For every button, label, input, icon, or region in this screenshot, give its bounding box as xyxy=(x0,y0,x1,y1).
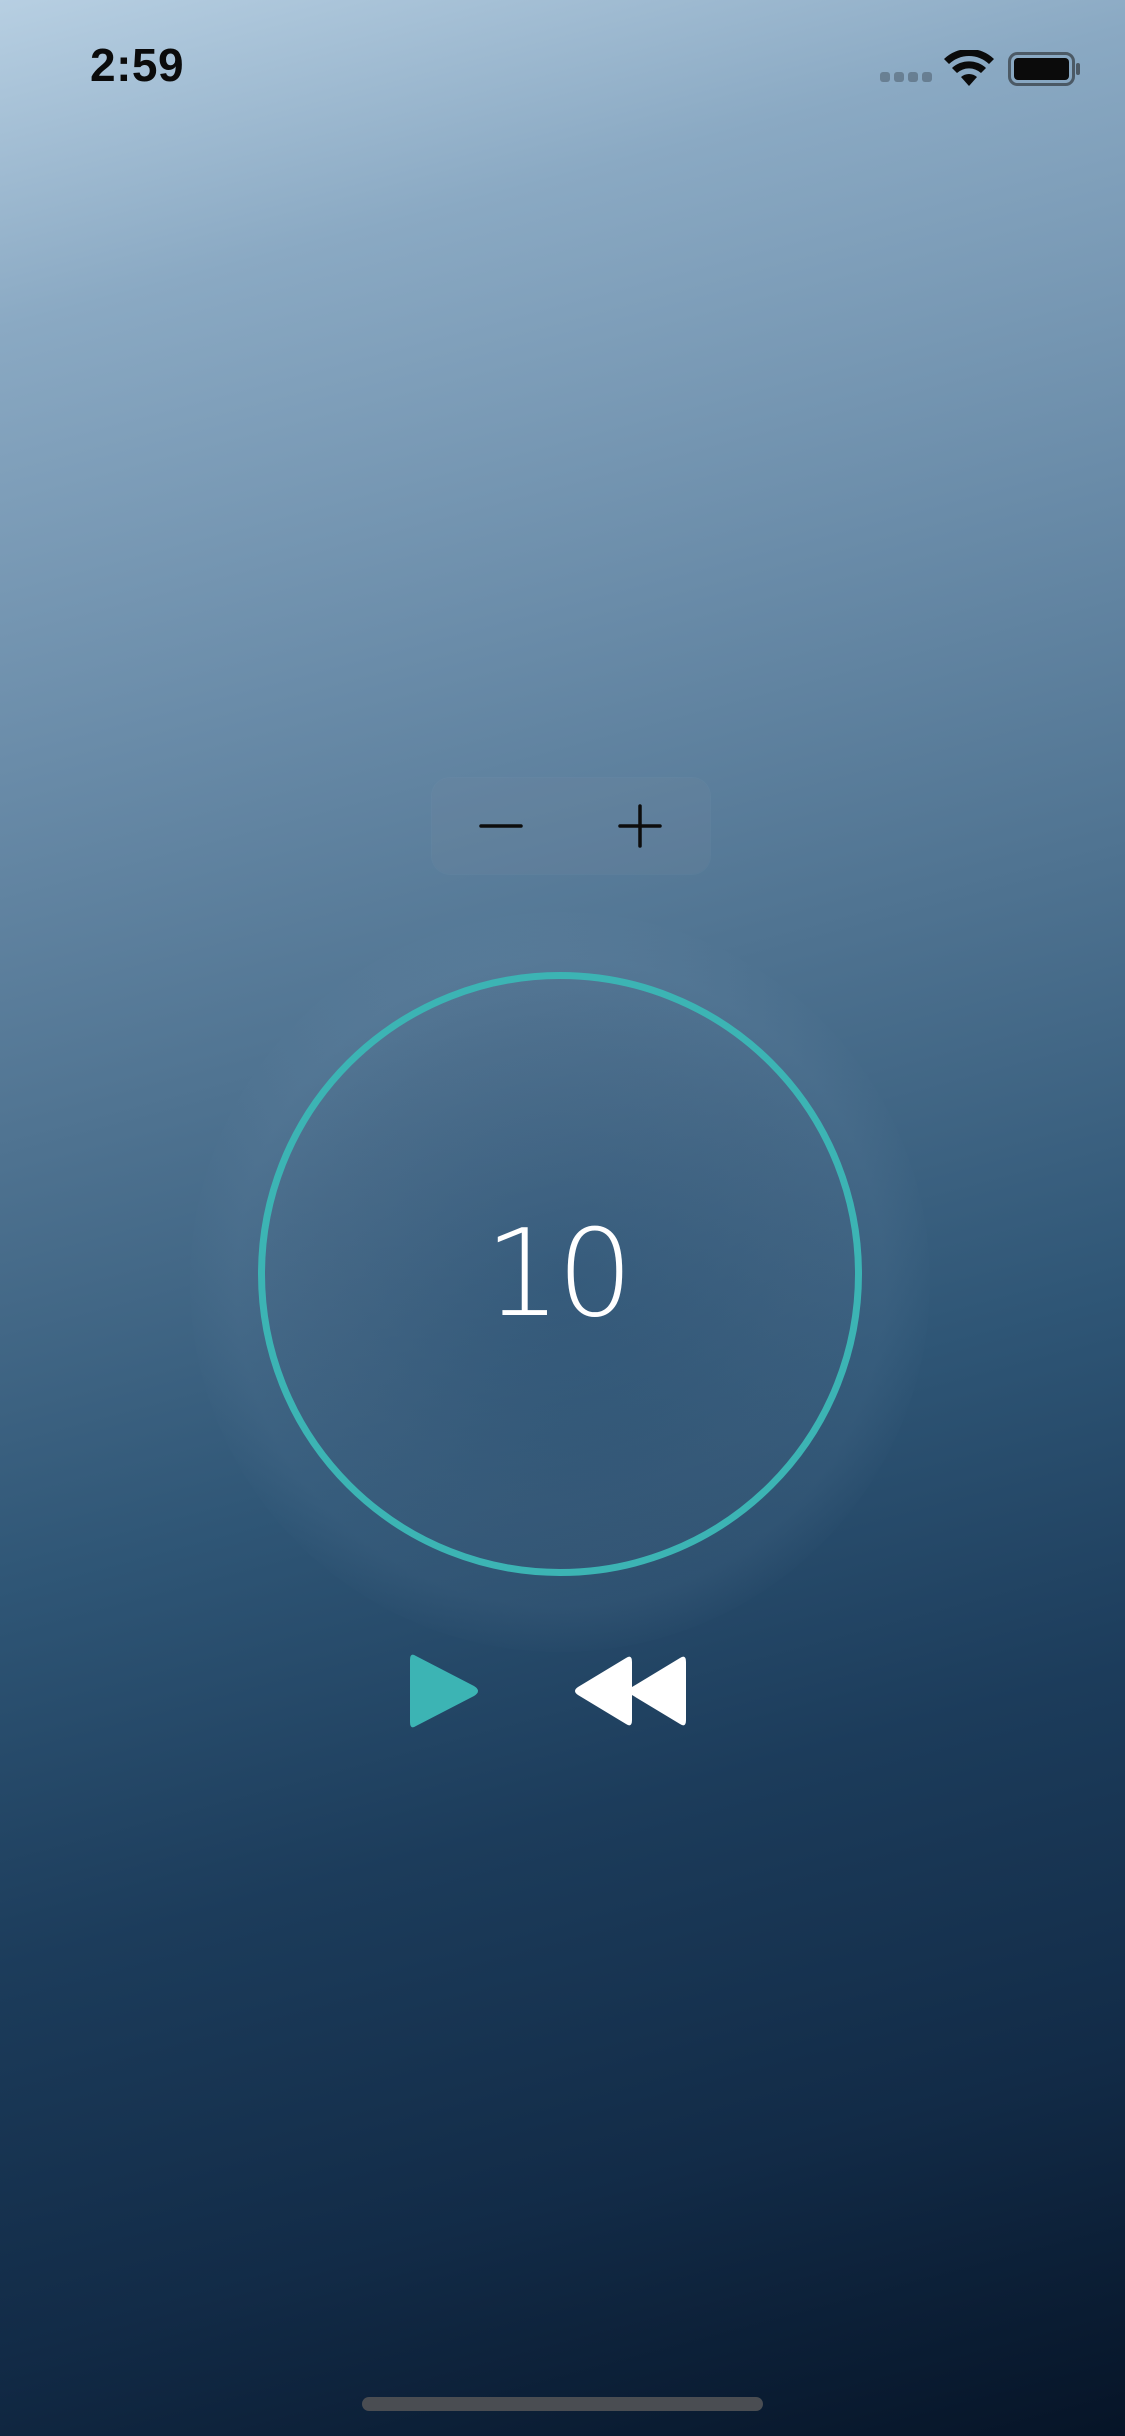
timer-ring: 10 xyxy=(258,972,862,1576)
wifi-icon xyxy=(944,50,994,86)
battery-icon xyxy=(1008,52,1080,86)
signal-dots-icon xyxy=(880,72,934,84)
rewind-button[interactable] xyxy=(572,1652,692,1730)
increment-button[interactable] xyxy=(571,778,710,874)
play-icon xyxy=(410,1654,478,1728)
timer-value: 10 xyxy=(484,1204,634,1344)
rewind-icon xyxy=(575,1656,686,1726)
status-time: 2:59 xyxy=(90,39,185,91)
decrement-button[interactable] xyxy=(432,778,571,874)
minus-icon xyxy=(479,824,523,828)
status-bar: 2:59 xyxy=(0,0,1125,140)
plus-icon xyxy=(618,804,662,848)
home-indicator[interactable] xyxy=(362,2397,763,2411)
duration-stepper xyxy=(432,778,710,874)
play-button[interactable] xyxy=(404,1652,488,1730)
